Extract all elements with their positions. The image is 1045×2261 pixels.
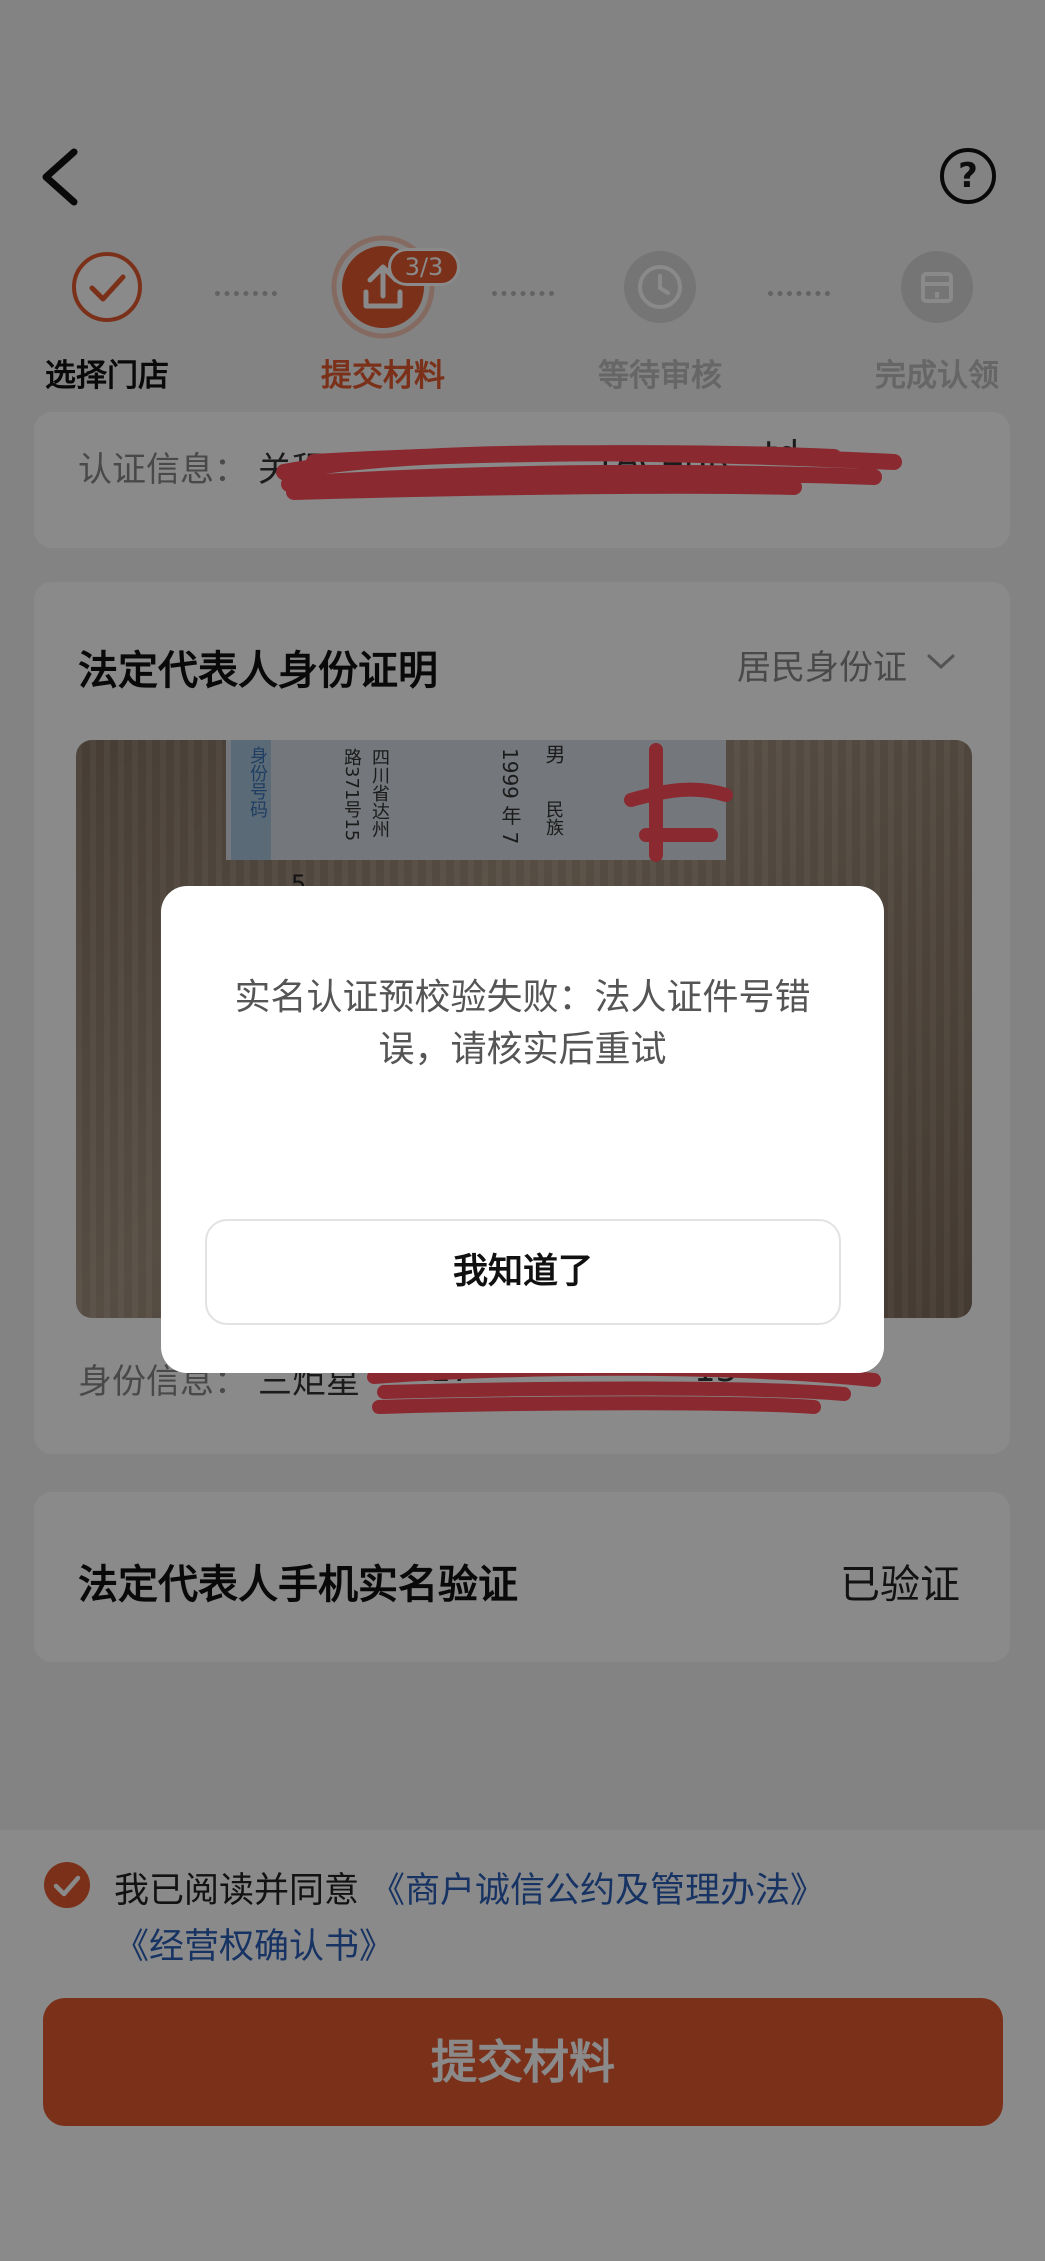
error-dialog: 实名认证预校验失败：法人证件号错误，请核实后重试 我知道了 <box>161 886 884 1373</box>
dialog-confirm-button[interactable]: 我知道了 <box>205 1219 841 1325</box>
dialog-message: 实名认证预校验失败：法人证件号错误，请核实后重试 <box>234 977 811 1070</box>
